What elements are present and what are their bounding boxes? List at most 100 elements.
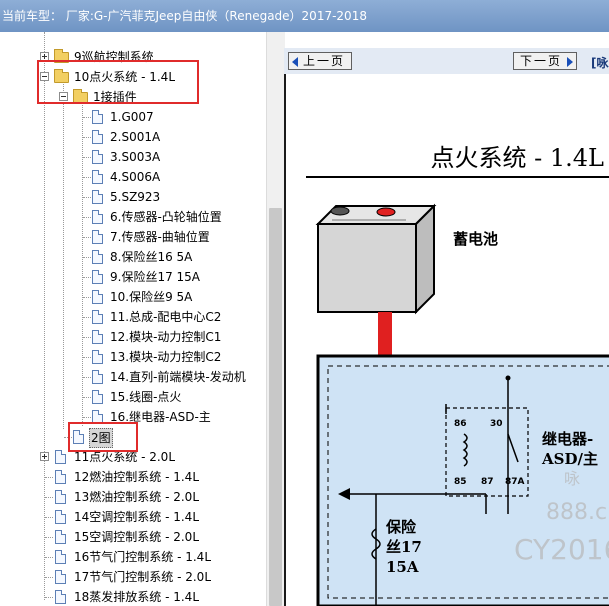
tree-item-connector[interactable]: 9.保险丝17 15A	[0, 268, 266, 286]
document-icon	[92, 370, 103, 384]
document-icon	[92, 290, 103, 304]
document-icon	[92, 310, 103, 324]
document-icon	[55, 550, 66, 564]
tree-item-connector[interactable]: 15.线圈-点火	[0, 388, 266, 406]
document-icon	[55, 590, 66, 604]
tree-item-connector[interactable]: 11.总成-配电中心C2	[0, 308, 266, 326]
watermark-text: 咏	[564, 469, 580, 488]
document-icon	[55, 570, 66, 584]
tree-item-label: 16节气门控制系统 - 1.4L	[74, 550, 211, 564]
tree-item-connector[interactable]: 1.G007	[0, 108, 266, 126]
highlight-box-diagram-item	[68, 422, 138, 452]
document-icon	[92, 110, 103, 124]
tree-item-connector[interactable]: 3.S003A	[0, 148, 266, 166]
tree-item-label: 12燃油控制系统 - 1.4L	[74, 470, 199, 484]
tree-guide-line	[83, 257, 91, 258]
arrow-right-icon	[567, 57, 573, 67]
tree-item-label: 13燃油控制系统 - 2.0L	[74, 490, 199, 504]
arrow-left-icon	[292, 57, 298, 67]
tree-guide-line	[83, 317, 91, 318]
ignition-wiring-diagram: 点火系统 - 1.4L 蓄电池 86 30 85 87 87A 继电器- ASD…	[306, 144, 609, 606]
current-vehicle-label: 当前车型： 厂家:G-广汽菲克Jeep自由侠（Renegade）2017-201…	[2, 9, 367, 23]
tree-guide-line	[83, 237, 91, 238]
tree-item-label: 2.S001A	[110, 130, 161, 144]
tree-item-label: 6.传感器-凸轮轴位置	[110, 210, 222, 224]
document-icon	[92, 350, 103, 364]
tree-guide-line	[83, 137, 91, 138]
tree-guide-line	[45, 557, 53, 558]
viewer-extra-label: [咏	[591, 56, 609, 70]
tree-item-label: 11.总成-配电中心C2	[110, 310, 222, 324]
tree-guide-line	[45, 497, 53, 498]
relay-label-line1: 继电器-	[542, 430, 593, 448]
tree-guide-line	[45, 577, 53, 578]
tree-item-connector[interactable]: 14.直列-前端模块-发动机	[0, 368, 266, 386]
tree-item-system[interactable]: 16节气门控制系统 - 1.4L	[0, 548, 266, 566]
tree-item-connector[interactable]: 4.S006A	[0, 168, 266, 186]
tree-item-system[interactable]: 17节气门控制系统 - 2.0L	[0, 568, 266, 586]
tree-item-connector[interactable]: 8.保险丝16 5A	[0, 248, 266, 266]
tree-guide-line	[83, 217, 91, 218]
relay-pin-85: 85	[454, 477, 467, 487]
watermark-text: CY2016	[514, 533, 609, 566]
tree-item-label: 18蒸发排放系统 - 1.4L	[74, 590, 199, 604]
tree-item-system[interactable]: 12燃油控制系统 - 1.4L	[0, 468, 266, 486]
tree-item-label: 15空调控制系统 - 2.0L	[74, 530, 199, 544]
tree-guide-line	[83, 157, 91, 158]
fuse-label-line3: 15A	[386, 558, 419, 576]
tree-item-system[interactable]: 13燃油控制系统 - 2.0L	[0, 488, 266, 506]
tree-guide-line	[45, 537, 53, 538]
battery-cable	[378, 312, 392, 356]
prev-page-button[interactable]: 上一页	[288, 52, 352, 70]
tree-item-connector[interactable]: 6.传感器-凸轮轴位置	[0, 208, 266, 226]
tree-panel[interactable]: 9巡航控制系统 10点火系统 - 1.4L 1接插件 1.G007 2.S001…	[0, 32, 266, 606]
tree-item-label: 3.S003A	[110, 150, 161, 164]
tree-scrollbar[interactable]	[266, 32, 285, 606]
document-icon	[55, 510, 66, 524]
tree-item-connector[interactable]: 12.模块-动力控制C1	[0, 328, 266, 346]
tree-item-system[interactable]: 15空调控制系统 - 2.0L	[0, 528, 266, 546]
highlight-box-ignition-folder	[37, 60, 199, 104]
document-icon	[92, 270, 103, 284]
tree-guide-line	[83, 117, 91, 118]
tree-item-label: 15.线圈-点火	[110, 390, 182, 404]
tree-guide-line	[83, 297, 91, 298]
tree-item-connector[interactable]: 13.模块-动力控制C2	[0, 348, 266, 366]
document-icon	[92, 170, 103, 184]
tree-item-label: 12.模块-动力控制C1	[110, 330, 222, 344]
fuse-label-line1: 保险	[385, 518, 417, 536]
tree-guide-line	[45, 477, 53, 478]
next-page-button[interactable]: 下一页	[513, 52, 577, 70]
scrollbar-thumb[interactable]	[269, 208, 282, 606]
tree-item-label: 7.传感器-曲轴位置	[110, 230, 210, 244]
battery-icon	[315, 203, 437, 315]
tree-item-system[interactable]: 14空调控制系统 - 1.4L	[0, 508, 266, 526]
document-icon	[92, 250, 103, 264]
tree-guide-line	[83, 377, 91, 378]
tree-guide-line	[83, 177, 91, 178]
expand-plus-icon[interactable]	[40, 452, 49, 461]
tree-item-label: 10.保险丝9 5A	[110, 290, 193, 304]
tree-item-connector[interactable]: 10.保险丝9 5A	[0, 288, 266, 306]
tree-guide-line	[83, 337, 91, 338]
diagram-viewer: 上一页 下一页 [咏 点火系统 - 1.4L 蓄电池 86 30 85 87 8…	[284, 48, 609, 606]
tree-item-connector[interactable]: 5.SZ923	[0, 188, 266, 206]
tree-item-connector[interactable]: 7.传感器-曲轴位置	[0, 228, 266, 246]
viewer-toolbar: 上一页 下一页 [咏	[284, 48, 609, 75]
tree-guide-line	[83, 357, 91, 358]
document-icon	[92, 330, 103, 344]
title-bar: 当前车型： 厂家:G-广汽菲克Jeep自由侠（Renegade）2017-201…	[0, 0, 609, 32]
document-icon	[55, 450, 66, 464]
document-icon	[92, 190, 103, 204]
watermark-text: 888.c	[546, 500, 607, 525]
document-page: 点火系统 - 1.4L 蓄电池 86 30 85 87 87A 继电器- ASD…	[284, 74, 609, 606]
tree-guide-line	[45, 517, 53, 518]
relay-pin-87: 87	[481, 477, 494, 487]
tree-guide-line	[83, 197, 91, 198]
tree-item-label: 13.模块-动力控制C2	[110, 350, 222, 364]
tree-item-system[interactable]: 18蒸发排放系统 - 1.4L	[0, 588, 266, 606]
tree-item-label: 1.G007	[110, 110, 154, 124]
tree-item-label: 14空调控制系统 - 1.4L	[74, 510, 199, 524]
tree-item-connector[interactable]: 2.S001A	[0, 128, 266, 146]
prev-page-label: 上一页	[303, 54, 346, 68]
